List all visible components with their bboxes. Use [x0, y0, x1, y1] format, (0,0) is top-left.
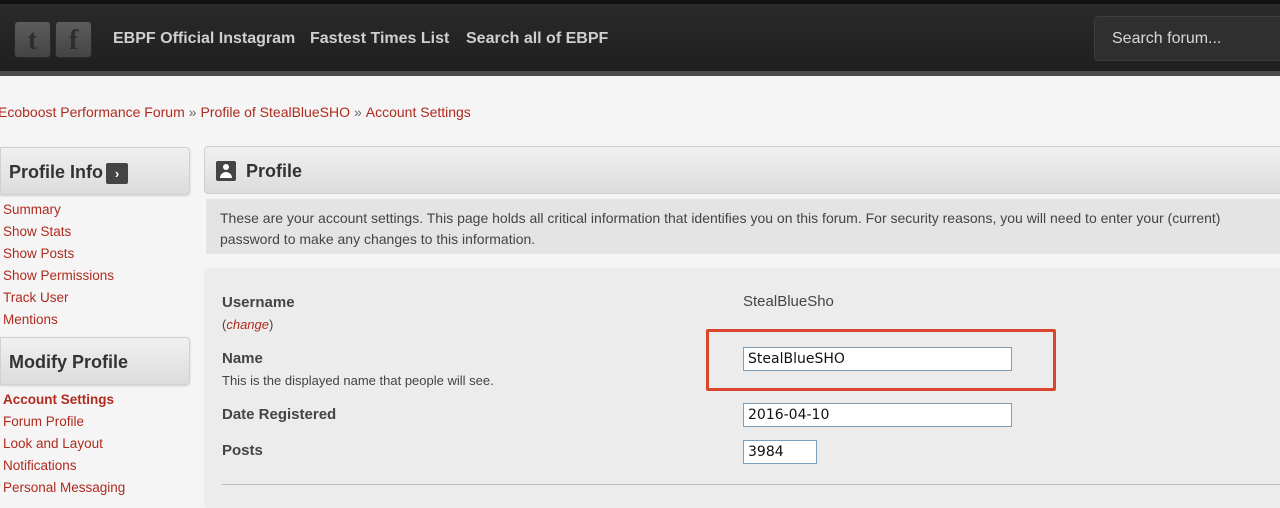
sidebar-item-show-stats[interactable]: Show Stats: [3, 224, 71, 239]
name-label: Name: [222, 350, 263, 367]
sidebar-item-account-settings[interactable]: Account Settings: [3, 392, 114, 407]
sidebar-item-track-user[interactable]: Track User: [3, 290, 69, 305]
change-username-link[interactable]: change: [226, 317, 269, 332]
sidebar-title-profile-info: Profile Info: [9, 162, 103, 182]
date-registered-label: Date Registered: [222, 406, 337, 423]
sidebar-item-show-posts[interactable]: Show Posts: [3, 246, 74, 261]
search-placeholder: Search forum...: [1112, 30, 1222, 47]
breadcrumb-profile[interactable]: Profile of StealBlueSHO: [201, 104, 350, 120]
name-hint: This is the displayed name that people w…: [222, 373, 494, 388]
breadcrumb-separator: »: [188, 104, 197, 120]
sidebar-header-modify-profile[interactable]: Modify Profile: [0, 337, 190, 385]
username-change: (change): [222, 317, 274, 332]
nav-link-search-ebpf[interactable]: Search all of EBPF: [466, 30, 608, 48]
posts-field[interactable]: 3984: [743, 440, 817, 464]
breadcrumb-forum[interactable]: Ecoboost Performance Forum: [0, 104, 185, 120]
date-registered-field[interactable]: 2016-04-10: [743, 403, 1012, 427]
sidebar-title-modify-profile: Modify Profile: [9, 352, 129, 372]
header-stripe: [0, 0, 1280, 4]
top-navigation-bar: t f EBPF Official Instagram Fastest Time…: [0, 0, 1280, 76]
sidebar-header-profile-info[interactable]: Profile Info ›: [0, 147, 190, 195]
highlight-annotation: [706, 329, 1056, 391]
chevron-right-icon[interactable]: ›: [106, 163, 128, 184]
sidebar-item-notifications[interactable]: Notifications: [3, 458, 77, 473]
user-icon: [216, 161, 236, 181]
twitter-icon[interactable]: t: [14, 21, 51, 58]
account-settings-description: These are your account settings. This pa…: [206, 199, 1280, 254]
posts-label: Posts: [222, 442, 263, 459]
breadcrumb: Ecoboost Performance Forum» Profile of St…: [0, 104, 471, 120]
search-input[interactable]: Search forum...: [1094, 16, 1280, 61]
form-divider: [222, 484, 1280, 485]
nav-link-fastest-times[interactable]: Fastest Times List: [310, 30, 449, 48]
sidebar-item-forum-profile[interactable]: Forum Profile: [3, 414, 84, 429]
profile-panel-header: Profile: [204, 146, 1280, 194]
username-label: Username: [222, 294, 295, 311]
sidebar-item-look-and-layout[interactable]: Look and Layout: [3, 436, 103, 451]
breadcrumb-separator: »: [353, 104, 362, 120]
nav-link-instagram[interactable]: EBPF Official Instagram: [113, 30, 295, 48]
sidebar-item-personal-messaging[interactable]: Personal Messaging: [3, 480, 125, 495]
sidebar-item-summary[interactable]: Summary: [3, 202, 61, 217]
breadcrumb-account-settings[interactable]: Account Settings: [366, 104, 471, 120]
sidebar-item-show-permissions[interactable]: Show Permissions: [3, 268, 114, 283]
page-title: Profile: [246, 161, 303, 181]
facebook-icon[interactable]: f: [55, 21, 92, 58]
sidebar-item-mentions[interactable]: Mentions: [3, 312, 58, 327]
username-value: StealBlueSho: [743, 293, 834, 310]
